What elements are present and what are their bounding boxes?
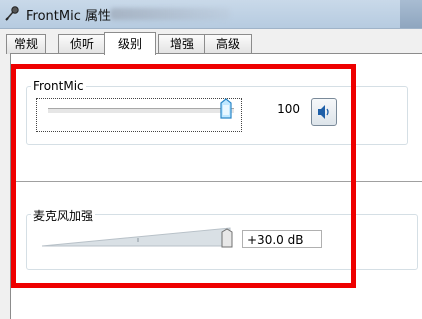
tab-levels[interactable]: 级别	[104, 32, 156, 55]
frontmic-slider-thumb[interactable]	[218, 98, 234, 120]
frontmic-label: FrontMic	[31, 79, 86, 93]
title-controls[interactable]	[400, 0, 422, 28]
speaker-icon	[318, 105, 329, 119]
tab-listen[interactable]: 侦听	[58, 34, 106, 54]
frontmic-slider-focus	[36, 98, 242, 132]
window-title: FrontMic 属性	[26, 9, 111, 24]
boost-value-field[interactable]: +30.0 dB	[242, 230, 322, 248]
section-separator	[12, 181, 422, 182]
title-bar: FrontMic 属性	[0, 0, 422, 29]
tab-general[interactable]: 常规	[6, 34, 46, 54]
microphone-icon	[5, 6, 19, 21]
mute-button[interactable]	[311, 98, 337, 126]
boost-label: 麦克风加强	[31, 207, 96, 224]
tab-enhancements[interactable]: 增强	[158, 34, 206, 54]
title-blurred-text	[110, 8, 230, 20]
frontmic-level-value: 100	[277, 102, 300, 116]
frontmic-slider-track[interactable]	[48, 108, 234, 114]
tab-advanced[interactable]: 高级	[204, 34, 252, 54]
boost-slider-thumb[interactable]	[221, 228, 233, 248]
boost-slider-ramp[interactable]	[40, 226, 234, 248]
